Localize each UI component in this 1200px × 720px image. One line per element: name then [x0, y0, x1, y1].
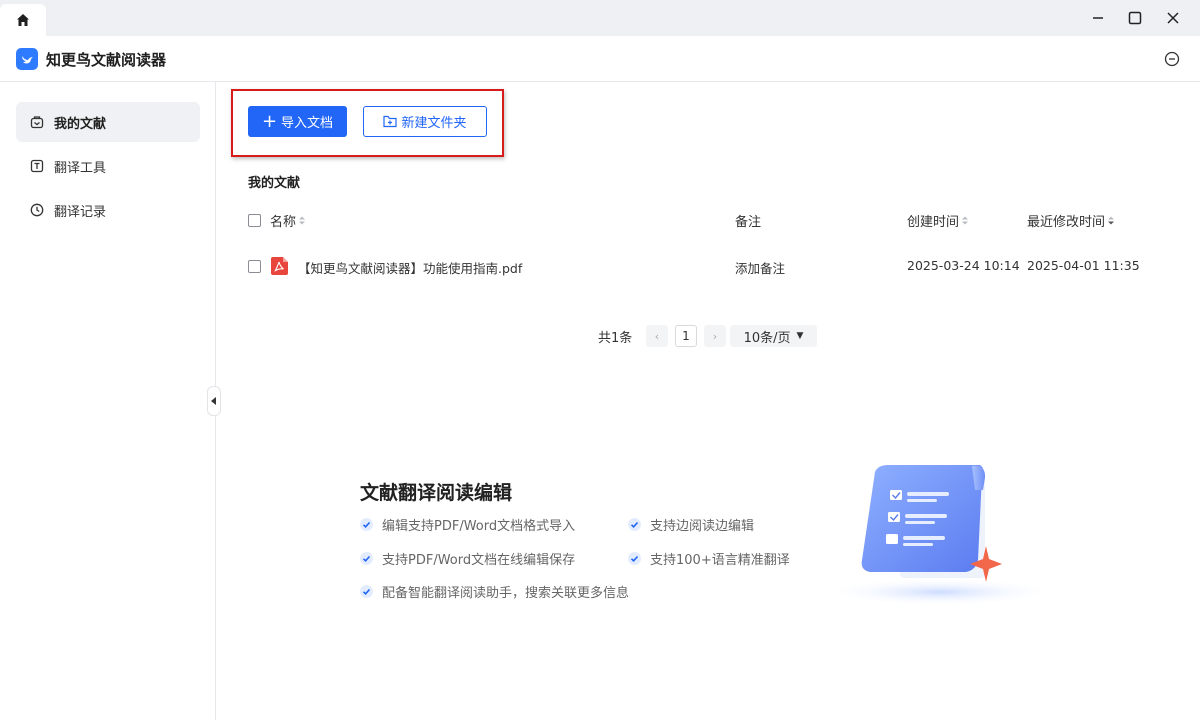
- feature-text: 支持PDF/Word文档在线编辑保存: [382, 553, 576, 568]
- pdf-file-icon: [271, 257, 288, 275]
- new-folder-button[interactable]: 新建文件夹: [363, 106, 487, 137]
- column-name-label: 名称: [270, 215, 297, 230]
- row-checkbox[interactable]: [248, 260, 261, 273]
- row-add-note-link[interactable]: 添加备注: [735, 258, 785, 277]
- chevron-left-icon: ‹: [654, 329, 660, 343]
- clock-icon: [30, 203, 44, 217]
- column-created-label: 创建时间: [907, 215, 960, 230]
- feature-text: 编辑支持PDF/Word文档格式导入: [382, 519, 576, 534]
- import-document-label: 导入文档: [281, 116, 334, 131]
- sidebar: 我的文献 翻译工具 翻译记录: [0, 82, 216, 720]
- pagination-prev-button[interactable]: ‹: [646, 325, 668, 347]
- sort-desc-icon: [1108, 216, 1115, 225]
- maximize-button[interactable]: [1123, 6, 1147, 30]
- title-bar: [0, 0, 1200, 36]
- check-icon: [360, 518, 373, 531]
- column-header-created[interactable]: 创建时间: [907, 211, 969, 230]
- column-header-modified[interactable]: 最近修改时间: [1027, 211, 1115, 230]
- row-file-name[interactable]: 【知更鸟文献阅读器】功能使用指南.pdf: [298, 258, 522, 277]
- check-icon: [628, 518, 641, 531]
- row-created-time: 2025-03-24 10:14: [907, 258, 1020, 273]
- sidebar-item-label: 我的文献: [54, 116, 107, 132]
- sort-icon: [299, 216, 306, 225]
- app-logo: [16, 48, 38, 70]
- document-bag-icon: [30, 116, 44, 129]
- row-modified-time: 2025-04-01 11:35: [1027, 258, 1140, 273]
- promo-title: 文献翻译阅读编辑: [360, 482, 513, 504]
- page-size-value: 10条/页: [743, 330, 791, 346]
- section-title: 我的文献: [248, 176, 301, 191]
- maximize-icon: [1128, 11, 1142, 25]
- chevron-right-icon: ›: [712, 329, 718, 343]
- header-menu-button[interactable]: [1162, 49, 1182, 69]
- minimize-icon: [1093, 17, 1103, 19]
- feature-item: 编辑支持PDF/Word文档格式导入: [360, 515, 575, 534]
- pagination-total: 共1条: [598, 331, 633, 346]
- caret-down-icon: ▼: [796, 331, 804, 341]
- folder-plus-icon: [383, 115, 398, 128]
- sidebar-item-label: 翻译工具: [54, 160, 107, 176]
- check-icon: [360, 552, 373, 565]
- caret-left-icon: [211, 397, 216, 405]
- import-document-button[interactable]: + 导入文档: [248, 106, 347, 137]
- pagination-page-1[interactable]: 1: [675, 325, 697, 347]
- document-scroll-illustration-icon: [822, 465, 1058, 606]
- feature-text: 支持边阅读边编辑: [650, 519, 755, 534]
- bird-logo-icon: [22, 56, 33, 64]
- sidebar-item-translate-history[interactable]: 翻译记录: [16, 190, 200, 230]
- sidebar-collapse-button[interactable]: [207, 386, 221, 416]
- column-note-label: 备注: [735, 215, 762, 230]
- close-icon: [1167, 12, 1179, 24]
- feature-text: 支持100+语言精准翻译: [650, 553, 790, 568]
- feature-item: 支持PDF/Word文档在线编辑保存: [360, 549, 575, 568]
- more-circle-icon: [1164, 51, 1180, 67]
- column-header-note: 备注: [735, 211, 761, 230]
- close-button[interactable]: [1161, 6, 1185, 30]
- column-header-name[interactable]: 名称: [270, 211, 306, 230]
- page-size-select[interactable]: 10条/页 ▼: [730, 325, 817, 347]
- app-header: 知更鸟文献阅读器: [0, 36, 1200, 82]
- check-icon: [628, 552, 641, 565]
- sidebar-item-my-documents[interactable]: 我的文献: [16, 102, 200, 142]
- sidebar-item-label: 翻译记录: [54, 204, 107, 220]
- feature-item: 配备智能翻译阅读助手，搜索关联更多信息: [360, 582, 629, 601]
- plus-icon: +: [261, 110, 278, 132]
- app-title: 知更鸟文献阅读器: [46, 51, 167, 69]
- feature-item: 支持边阅读边编辑: [628, 515, 754, 534]
- translate-icon: [30, 159, 44, 173]
- select-all-checkbox[interactable]: [248, 214, 261, 227]
- new-folder-label: 新建文件夹: [401, 116, 467, 131]
- home-tab[interactable]: [0, 4, 46, 36]
- sidebar-item-translate-tool[interactable]: 翻译工具: [16, 146, 200, 186]
- minimize-button[interactable]: [1086, 6, 1110, 30]
- home-icon: [17, 14, 29, 26]
- feature-item: 支持100+语言精准翻译: [628, 549, 790, 568]
- sort-icon: [962, 216, 969, 225]
- feature-text: 配备智能翻译阅读助手，搜索关联更多信息: [382, 586, 630, 601]
- pagination-next-button[interactable]: ›: [704, 325, 726, 347]
- column-modified-label: 最近修改时间: [1027, 215, 1106, 230]
- check-icon: [360, 585, 373, 598]
